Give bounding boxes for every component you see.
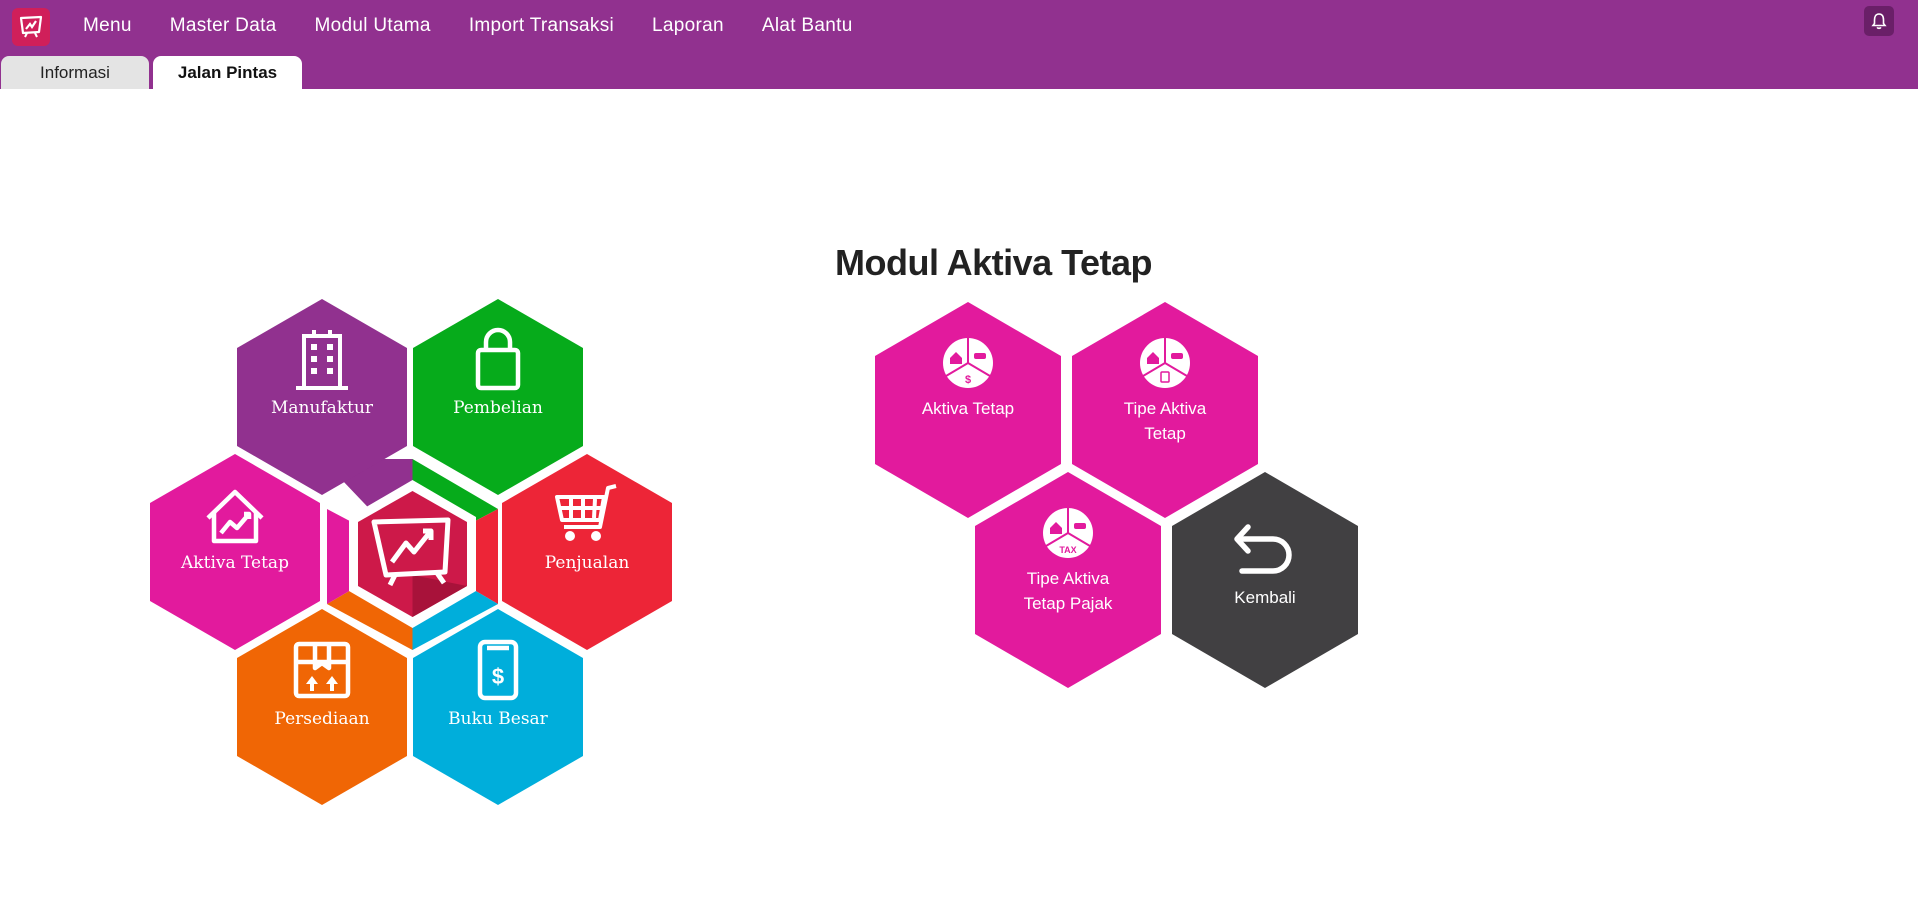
svg-text:$: $ — [965, 374, 971, 386]
kembali-label: Kembali — [1234, 588, 1295, 607]
module-aktiva-tetap-tile[interactable]: $ Aktiva Tetap — [875, 302, 1061, 518]
penjualan-label: Penjualan — [545, 553, 630, 573]
kembali-tile[interactable]: Kembali — [1172, 472, 1358, 688]
tax-pie-icon: TAX — [1043, 508, 1093, 558]
persediaan-label: Persediaan — [274, 709, 369, 729]
shortcut-canvas: Manufaktur Pembelian Aktiva Tetap Penjua… — [150, 299, 1358, 805]
pembelian-tile[interactable]: Pembelian — [413, 299, 583, 495]
tipe-aktiva-tetap-pajak-tile[interactable]: TAX Tipe Aktiva Tetap Pajak — [975, 472, 1161, 688]
tipe-pajak-label-line1: Tipe Aktiva — [1027, 569, 1110, 588]
tipe-aktiva-tetap-tile[interactable]: Tipe Aktiva Tetap — [1072, 302, 1258, 518]
pembelian-label: Pembelian — [453, 398, 543, 418]
dollar-icon: $ — [492, 664, 504, 689]
aktiva-tetap-tile[interactable]: Aktiva Tetap — [150, 454, 320, 650]
tipe-pajak-label-line2: Tetap Pajak — [1024, 594, 1113, 613]
buku-besar-label: Buku Besar — [448, 709, 549, 729]
left-cluster: Manufaktur Pembelian Aktiva Tetap Penjua… — [150, 299, 672, 805]
aktiva-tetap-label: Aktiva Tetap — [180, 553, 289, 573]
tax-badge: TAX — [1059, 545, 1076, 555]
aktiva-tetap-module: $ Aktiva Tetap Tipe Aktiva Tetap TAX Tip… — [875, 302, 1358, 688]
manufaktur-label: Manufaktur — [271, 398, 374, 418]
asset-type-pie-icon — [1140, 338, 1190, 388]
persediaan-tile[interactable]: Persediaan — [237, 609, 407, 805]
tipe-aktiva-tetap-label-line1: Tipe Aktiva — [1124, 399, 1207, 418]
penjualan-tile[interactable]: Penjualan — [502, 454, 672, 650]
module-aktiva-tetap-label: Aktiva Tetap — [922, 399, 1014, 418]
tipe-aktiva-tetap-label-line2: Tetap — [1144, 424, 1186, 443]
asset-pie-icon: $ — [943, 338, 993, 388]
buku-besar-tile[interactable]: $ Buku Besar — [413, 609, 583, 805]
